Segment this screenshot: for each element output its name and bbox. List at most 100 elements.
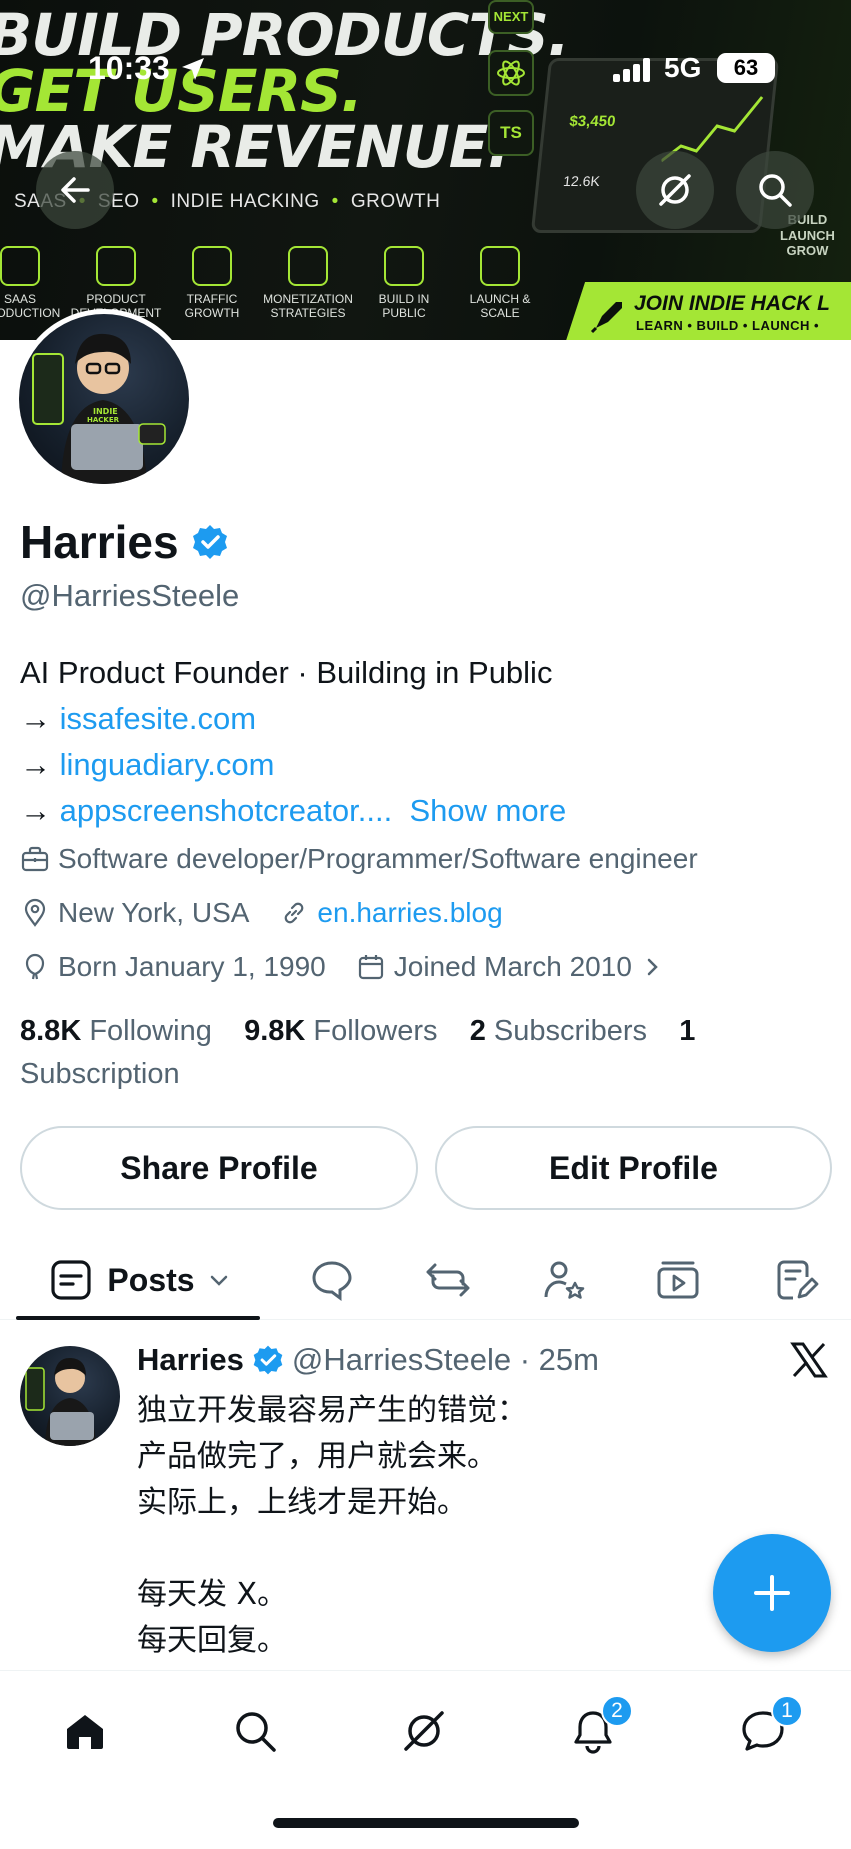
location-pin-icon [24,898,46,927]
bio-line: AI Product Founder · Building in Public [20,655,553,690]
nextjs-logo-icon: NEXT [488,0,534,34]
notifications-badge: 2 [601,1695,633,1727]
edit-profile-button[interactable]: Edit Profile [435,1126,832,1210]
post-line: 每天回复。 [137,1623,287,1658]
back-arrow-icon [61,177,90,203]
verified-badge-icon [253,1345,283,1375]
tab-replies[interactable] [302,1240,362,1320]
post-author-name[interactable]: Harries [137,1342,244,1378]
status-time: 10:33 [88,50,170,86]
back-button[interactable] [36,151,114,229]
reply-bubble-icon [312,1261,352,1301]
bio-line: → appscreenshotcreator.... Show more [20,793,567,828]
location-arrow-icon [182,58,204,80]
briefcase-icon [21,846,49,872]
followers-stat[interactable]: 9.8K Followers [244,1015,437,1047]
post-text[interactable]: 独立开发最容易产生的错觉： 产品做完了，用户就会来。 实际上，上线才是开始。 每… [137,1388,527,1664]
search-button[interactable] [736,151,814,229]
post-line: 产品做完了，用户就会来。 [137,1439,497,1474]
joined-date-button[interactable]: Joined March 2010 [356,951,672,983]
profile-stats: 8.8K Following 9.8K Followers 2 Subscrib… [20,1010,820,1096]
banner-icon-row: SAAS PRODUCTION PRODUCT DEVELOPMENT TRAF… [0,246,548,321]
profile-name: Harries [20,516,179,568]
svg-text:INDIE: INDIE [93,407,118,416]
banner-icon-item: MONETIZATION STRATEGIES [260,246,356,321]
media-video-icon [657,1261,699,1299]
grok-icon [404,1711,444,1751]
banner-join-title: JOIN INDIE HACK L [634,292,831,315]
profile-dates-row: Born January 1, 1990 Joined March 2010 [20,951,702,983]
post-header: Harries @HarriesSteele · 25m [137,1342,599,1378]
bio-link-appscreenshotcreator[interactable]: appscreenshotcreator.... [60,793,393,828]
search-icon [236,1712,276,1752]
posts-list-icon [51,1260,92,1300]
profile-avatar[interactable]: INDIE HACKER [14,309,194,489]
typescript-logo-icon: TS [488,110,534,156]
balloon-icon [25,953,45,980]
battery-indicator: 63 [717,53,775,83]
repost-icon [426,1263,470,1297]
tab-posts[interactable]: Posts [30,1240,250,1320]
banner-icon-item: TRAFFIC GROWTH [164,246,260,321]
nav-messages[interactable]: 1 [733,1695,803,1761]
nav-home[interactable] [55,1701,115,1761]
post-line: 实际上，上线才是开始。 [137,1485,467,1520]
post-line-gap [137,1526,527,1572]
article-edit-icon [777,1260,819,1300]
home-indicator [273,1818,579,1828]
profile-tabs: Posts [0,1240,851,1320]
profile-category-row: Software developer/Programmer/Software e… [20,843,728,875]
post-line: 每天发 X。 [137,1577,288,1612]
status-bar: 10:33 5G 63 [0,48,851,88]
post-handle-time: @HarriesSteele · 25m [291,1342,599,1377]
tab-highlights[interactable] [534,1240,594,1320]
bio-link-linguadiary[interactable]: linguadiary.com [60,747,275,782]
grok-button[interactable] [636,151,714,229]
tab-media[interactable] [648,1240,708,1320]
home-icon [67,1715,103,1749]
banner-icon-item: SAAS PRODUCTION [0,246,68,321]
profile-bio: AI Product Founder · Building in Public … [20,650,566,834]
post-author-avatar[interactable] [20,1346,120,1446]
show-more-link[interactable]: Show more [409,793,566,828]
tab-articles[interactable] [766,1240,826,1320]
banner-tag: GROWTH [350,191,441,212]
profile-website-link[interactable]: en.harries.blog [317,897,502,929]
chevron-right-icon [647,958,658,976]
calendar-icon [358,955,383,980]
active-tab-indicator [16,1316,260,1320]
post-line: 独立开发最容易产生的错觉： [137,1393,527,1428]
tab-reposts[interactable] [418,1240,478,1320]
nav-notifications[interactable]: 2 [563,1695,633,1761]
rocket-icon [590,302,622,334]
profile-location-row: New York, USA en.harries.blog [20,897,533,929]
profile-handle: @HarriesSteele [20,578,240,613]
following-stat[interactable]: 8.8K Following [20,1015,212,1047]
nav-search[interactable] [225,1701,285,1761]
banner-join-subtitle: LEARN • BUILD • LAUNCH • [636,318,820,333]
tab-posts-label: Posts [107,1261,195,1298]
bio-link-issafesite[interactable]: issafesite.com [60,701,256,736]
profile-location: New York, USA [58,897,250,928]
messages-badge: 1 [771,1695,803,1727]
verified-badge-icon[interactable] [191,523,229,561]
grok-icon [659,174,691,206]
x-logo-icon[interactable] [789,1340,829,1380]
profile-name-row: Harries [20,515,229,569]
share-profile-button[interactable]: Share Profile [20,1126,418,1210]
nav-grok[interactable] [394,1701,454,1761]
compose-post-button[interactable] [713,1534,831,1652]
profile-birthday: Born January 1, 1990 [58,951,326,982]
link-icon [285,902,304,924]
signal-icon [613,58,650,82]
chevron-down-icon [210,1275,227,1286]
plus-icon [754,1575,790,1611]
banner-icon-item: LAUNCH & SCALE [452,246,548,321]
profile-joined: Joined March 2010 [393,951,632,982]
banner-tag: INDIE HACKING [170,191,320,212]
bio-line: → issafesite.com [20,701,257,736]
subscribers-stat[interactable]: 2 Subscribers [470,1015,647,1047]
svg-text:HACKER: HACKER [87,416,120,424]
network-type: 5G [664,52,702,83]
search-icon [759,174,792,207]
